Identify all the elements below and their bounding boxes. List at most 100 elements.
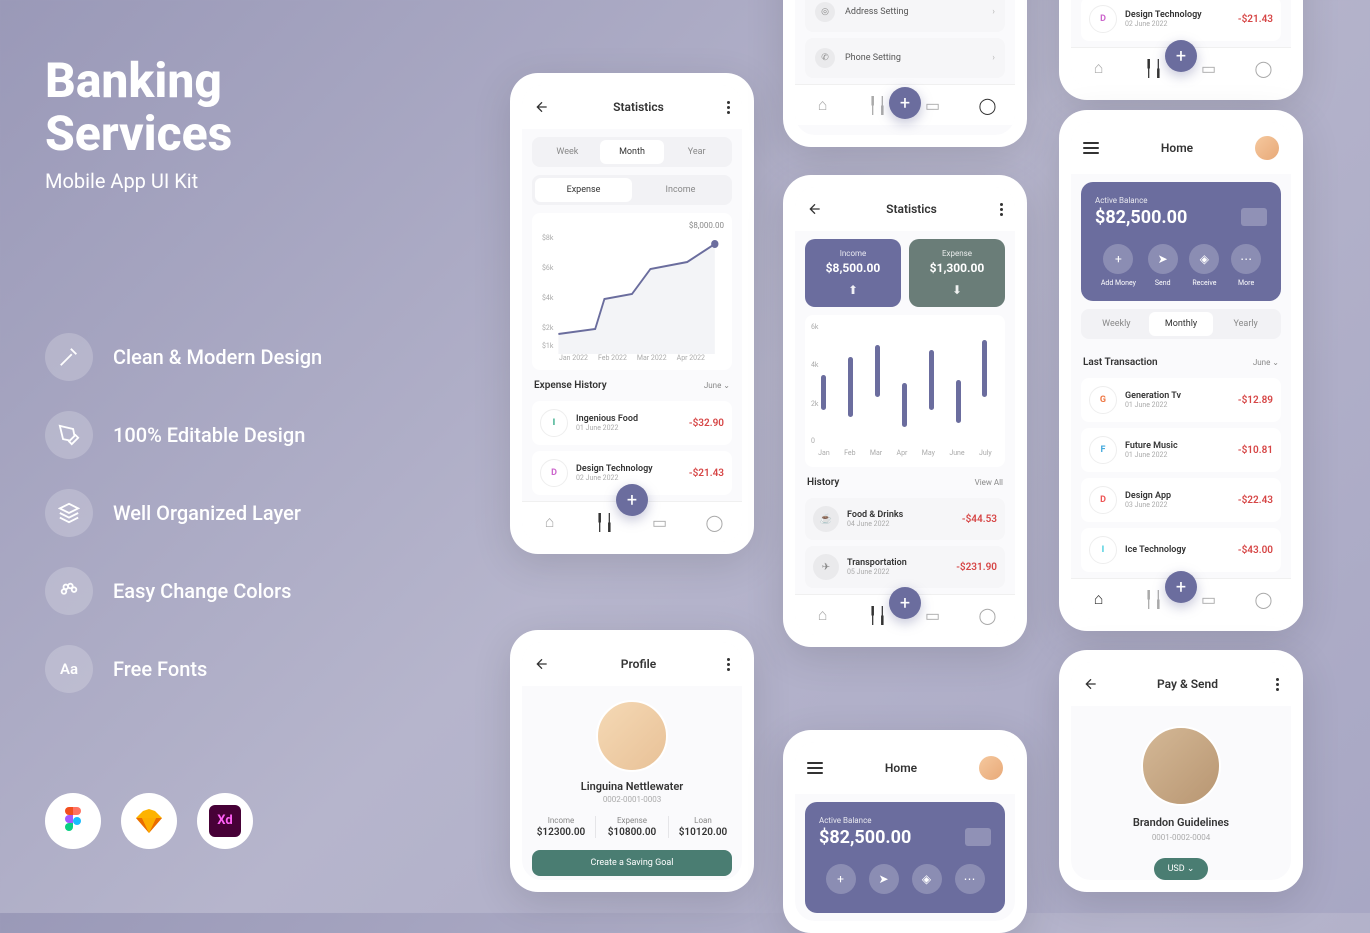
page-title: Home (1099, 141, 1255, 155)
stat-label: Expense (919, 249, 995, 258)
create-saving-goal-button[interactable]: Create a Saving Goal (532, 850, 732, 876)
home-nav-icon[interactable]: ⌂ (540, 512, 560, 532)
fab-add-button[interactable]: + (616, 484, 648, 516)
transaction-item[interactable]: GGeneration Tv01 June 2022-$12.89 (1081, 378, 1281, 422)
avatar[interactable] (1255, 136, 1279, 160)
avatar[interactable] (979, 756, 1003, 780)
phone-setting-item[interactable]: ✆ Phone Setting › (805, 38, 1005, 78)
ytick: 0 (811, 437, 815, 445)
tab-month[interactable]: Month (600, 140, 665, 164)
transaction-item[interactable]: I Ingenious Food01 June 2022 -$32.90 (532, 401, 732, 445)
back-icon[interactable] (807, 201, 823, 217)
stats-nav-icon[interactable]: ╿╽ (868, 605, 888, 625)
toggle-expense[interactable]: Expense (535, 178, 632, 202)
xtick: June (949, 449, 964, 457)
transaction-item[interactable]: DDesign App03 June 2022-$22.43 (1081, 478, 1281, 522)
wallet-nav-icon[interactable]: ▭ (923, 95, 943, 115)
transaction-item[interactable]: IIce Technology-$43.00 (1081, 528, 1281, 572)
txn-date: 01 June 2022 (1125, 451, 1238, 459)
history-item[interactable]: ✈ Transportation05 June 2022 -$231.90 (805, 546, 1005, 588)
profile-avatar[interactable] (596, 700, 668, 772)
profile-nav-icon[interactable]: ◯ (1254, 589, 1274, 609)
txn-icon: D (540, 459, 568, 487)
wallet-nav-icon[interactable]: ▭ (650, 512, 670, 532)
fab-add-button[interactable]: + (889, 587, 921, 619)
feature-text: Well Organized Layer (113, 501, 301, 525)
receive-action[interactable]: ◈ (912, 864, 942, 899)
tab-year[interactable]: Year (664, 140, 729, 164)
hero-subtitle: Mobile App UI Kit (45, 169, 465, 193)
txn-amount: -$43.00 (1238, 545, 1273, 556)
home-nav-icon[interactable]: ⌂ (813, 95, 833, 115)
add-money-action[interactable]: + (826, 864, 856, 899)
txn-date: 03 June 2022 (1125, 501, 1238, 509)
sketch-icon (121, 793, 177, 849)
txn-icon: G (1089, 386, 1117, 414)
recipient-avatar[interactable] (1141, 726, 1221, 806)
wallet-nav-icon[interactable]: ▭ (923, 605, 943, 625)
download-icon: ⬇ (919, 283, 995, 297)
txn-date: 01 June 2022 (576, 424, 689, 432)
expense-card[interactable]: Expense $1,300.00 ⬇ (909, 239, 1005, 307)
menu-icon[interactable] (807, 762, 823, 774)
filter-dropdown[interactable]: June ⌄ (704, 381, 730, 390)
stats-nav-icon[interactable]: ╿╽ (595, 512, 615, 532)
address-setting-item[interactable]: ◎ Address Setting › (805, 0, 1005, 32)
tab-monthly[interactable]: Monthly (1149, 312, 1214, 336)
txn-name: Design App (1125, 491, 1238, 501)
transaction-item[interactable]: FFuture Music01 June 2022-$10.81 (1081, 428, 1281, 472)
home-nav-icon[interactable]: ⌂ (1089, 589, 1109, 609)
more-action[interactable]: ⋯More (1231, 244, 1261, 287)
profile-nav-icon[interactable]: ◯ (978, 605, 998, 625)
more-icon[interactable] (1000, 203, 1003, 216)
tab-yearly[interactable]: Yearly (1213, 312, 1278, 336)
add-money-action[interactable]: +Add Money (1101, 244, 1136, 287)
currency-dropdown[interactable]: USD ⌄ (1154, 858, 1209, 880)
title-line2: Services (45, 105, 232, 162)
phone-home-partial: Home Active Balance $82,500.00 + ➤ ◈ ⋯ (783, 730, 1027, 933)
more-action[interactable]: ⋯ (955, 864, 985, 899)
wallet-nav-icon[interactable]: ▭ (1199, 589, 1219, 609)
stats-nav-icon[interactable]: ╿╽ (868, 95, 888, 115)
home-nav-icon[interactable]: ⌂ (1089, 58, 1109, 78)
history-title: History (807, 477, 839, 488)
phone-statistics-line: Statistics Week Month Year Expense Incom… (510, 73, 754, 554)
back-icon[interactable] (534, 656, 550, 672)
more-icon[interactable] (727, 101, 730, 114)
tab-weekly[interactable]: Weekly (1084, 312, 1149, 336)
filter-dropdown[interactable]: June ⌄ (1253, 358, 1279, 367)
txn-name: Design Technology (576, 464, 689, 474)
stat-label: Loan (679, 816, 728, 825)
tab-week[interactable]: Week (535, 140, 600, 164)
fab-add-button[interactable]: + (889, 87, 921, 119)
more-icon[interactable] (727, 658, 730, 671)
send-action[interactable]: ➤Send (1148, 244, 1178, 287)
profile-nav-icon[interactable]: ◯ (978, 95, 998, 115)
back-icon[interactable] (1083, 676, 1099, 692)
more-icon[interactable] (1276, 678, 1279, 691)
send-action[interactable]: ➤ (869, 864, 899, 899)
history-item[interactable]: ☕ Food & Drinks04 June 2022 -$44.53 (805, 498, 1005, 540)
income-card[interactable]: Income $8,500.00 ⬆ (805, 239, 901, 307)
bar (848, 357, 853, 417)
chevron-right-icon: › (992, 7, 995, 17)
toggle-income[interactable]: Income (632, 178, 729, 202)
wallet-nav-icon[interactable]: ▭ (1199, 58, 1219, 78)
fab-add-button[interactable]: + (1165, 571, 1197, 603)
view-all-link[interactable]: View All (975, 478, 1003, 487)
txn-name: Food & Drinks (847, 510, 962, 520)
figma-icon (45, 793, 101, 849)
profile-nav-icon[interactable]: ◯ (1254, 58, 1274, 78)
stats-nav-icon[interactable]: ╿╽ (1144, 589, 1164, 609)
home-nav-icon[interactable]: ⌂ (813, 605, 833, 625)
xtick: July (979, 449, 992, 457)
fab-add-button[interactable]: + (1165, 40, 1197, 72)
back-icon[interactable] (534, 99, 550, 115)
stats-nav-icon[interactable]: ╿╽ (1144, 58, 1164, 78)
profile-nav-icon[interactable]: ◯ (705, 512, 725, 532)
wand-icon (45, 333, 93, 381)
receive-action[interactable]: ◈Receive (1189, 244, 1219, 287)
balance-label: Active Balance (819, 816, 991, 825)
transaction-item[interactable]: D Design Technology02 June 2022 -$21.43 (1081, 0, 1281, 41)
menu-icon[interactable] (1083, 142, 1099, 154)
